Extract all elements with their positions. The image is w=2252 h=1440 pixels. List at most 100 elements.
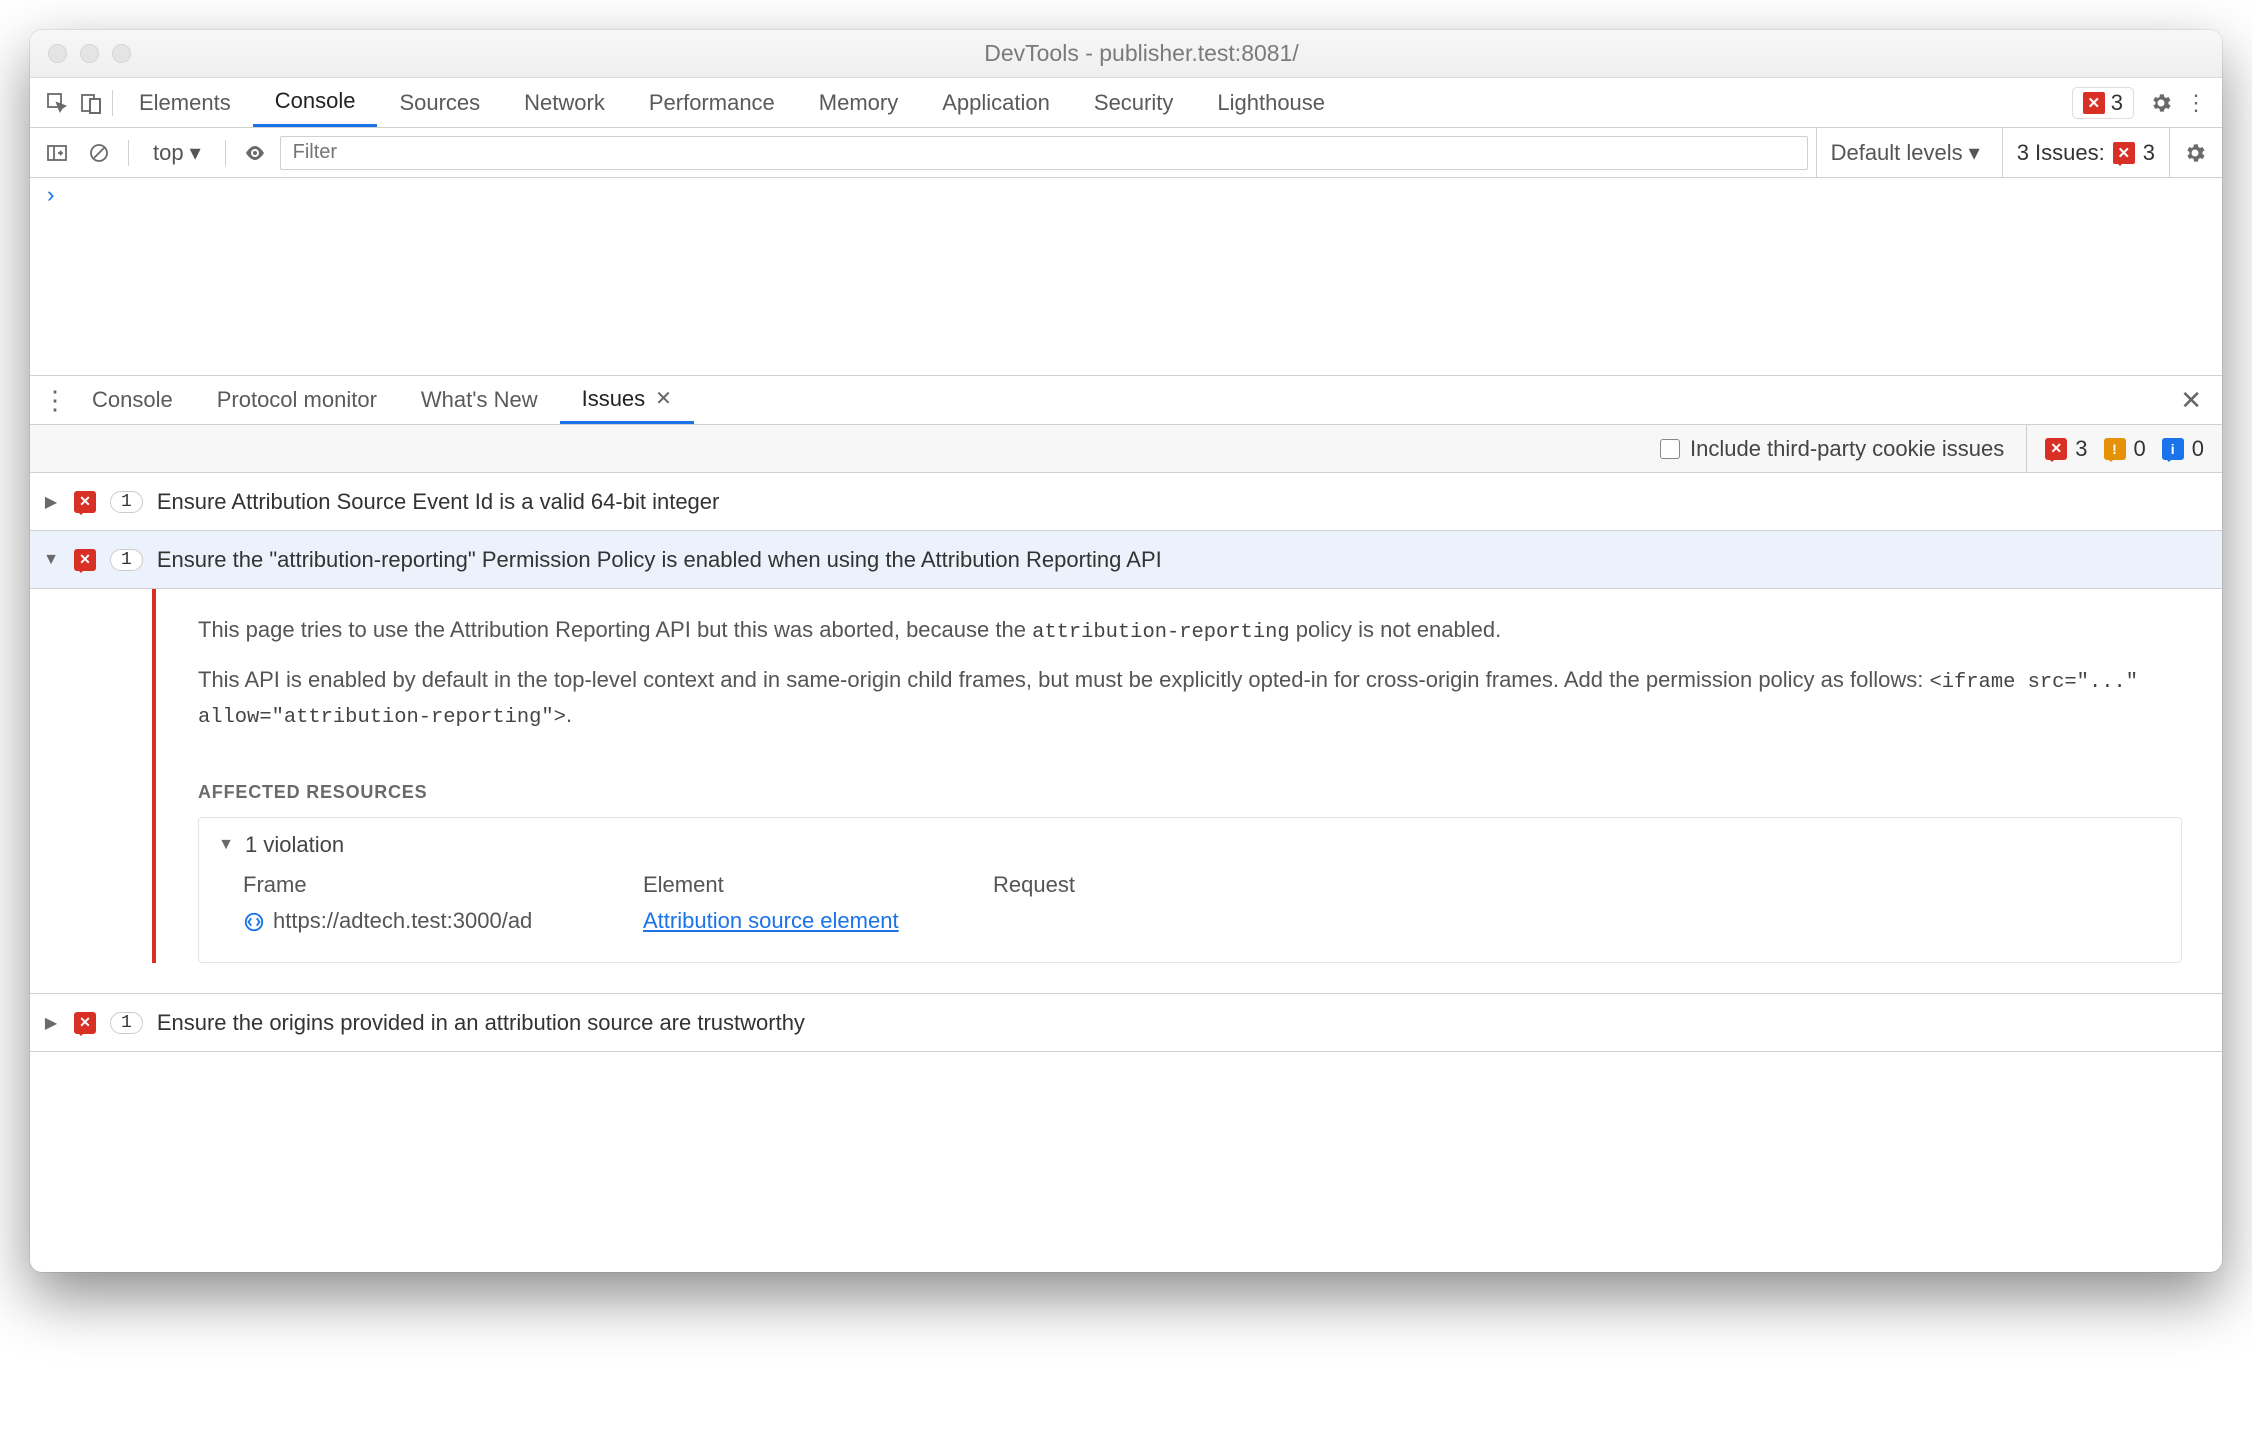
devtools-window: DevTools - publisher.test:8081/ Elements… xyxy=(30,30,2222,1272)
info-icon: i xyxy=(2162,438,2184,460)
console-empty-area xyxy=(30,215,2222,375)
tab-label: Issues xyxy=(582,386,646,412)
issue-row[interactable]: ▶ ✕ 1 Ensure the origins provided in an … xyxy=(30,994,2222,1052)
close-window-button[interactable] xyxy=(48,44,67,63)
column-header-request: Request xyxy=(993,872,1343,898)
info-counter[interactable]: i 0 xyxy=(2162,436,2204,462)
tab-application[interactable]: Application xyxy=(920,78,1072,127)
violations-toggle[interactable]: ▼ 1 violation xyxy=(217,832,2163,858)
affected-resources-box: ▼ 1 violation Frame Element Request http… xyxy=(198,817,2182,963)
minimize-window-button[interactable] xyxy=(80,44,99,63)
issue-description-1: This page tries to use the Attribution R… xyxy=(152,599,2222,649)
tab-sources[interactable]: Sources xyxy=(377,78,502,127)
third-party-cookie-checkbox[interactable]: Include third-party cookie issues xyxy=(1660,436,2004,462)
close-drawer-icon[interactable]: ✕ xyxy=(2170,385,2212,416)
filter-input[interactable] xyxy=(280,136,1808,170)
improvement-icon: ! xyxy=(2104,438,2126,460)
console-sidebar-toggle-icon[interactable] xyxy=(40,136,74,170)
tab-label: Application xyxy=(942,90,1050,116)
issue-title: Ensure the "attribution-reporting" Permi… xyxy=(157,547,1162,573)
breaking-change-icon: ✕ xyxy=(74,491,96,513)
titlebar: DevTools - publisher.test:8081/ xyxy=(30,30,2222,78)
log-levels-selector[interactable]: Default levels ▾ xyxy=(1816,128,1994,177)
issues-filter-bar: Include third-party cookie issues ✕ 3 ! … xyxy=(30,425,2222,473)
expand-triangle-icon: ▶ xyxy=(42,492,60,512)
console-settings-gear-icon[interactable] xyxy=(2178,136,2212,170)
separator xyxy=(128,140,129,166)
issue-kind-counters: ✕ 3 ! 0 i 0 xyxy=(2026,425,2204,472)
affected-resources-heading: AFFECTED RESOURCES xyxy=(152,734,2222,803)
code: attribution-reporting xyxy=(1032,621,1290,644)
text: policy is not enabled. xyxy=(1290,617,1502,642)
breaking-change-icon: ✕ xyxy=(74,1012,96,1034)
tab-label: Lighthouse xyxy=(1217,90,1325,116)
tab-label: Protocol monitor xyxy=(217,387,377,413)
tab-label: Network xyxy=(524,90,605,116)
levels-label: Default levels xyxy=(1831,140,1963,166)
column-header-element: Element xyxy=(643,872,993,898)
violations-table: Frame Element Request https://adtech.tes… xyxy=(217,858,2163,934)
tab-label: Performance xyxy=(649,90,775,116)
count: 0 xyxy=(2192,436,2204,462)
console-prompt[interactable]: › xyxy=(30,178,2222,215)
count: 3 xyxy=(2075,436,2087,462)
issue-row[interactable]: ▶ ✕ 1 Ensure Attribution Source Event Id… xyxy=(30,473,2222,531)
tab-security[interactable]: Security xyxy=(1072,78,1195,127)
drawer-tab-issues[interactable]: Issues ✕ xyxy=(560,376,694,424)
breaking-change-icon: ✕ xyxy=(2045,438,2067,460)
clear-console-icon[interactable] xyxy=(82,136,116,170)
console-toolbar: top ▾ Default levels ▾ 3 Issues: ✕ 3 xyxy=(30,128,2222,178)
breaking-change-icon: ✕ xyxy=(74,549,96,571)
main-tabs: Elements Console Sources Network Perform… xyxy=(30,78,2222,128)
issue-count-pill: 1 xyxy=(110,549,143,571)
tab-lighthouse[interactable]: Lighthouse xyxy=(1195,78,1347,127)
issue-row[interactable]: ▼ ✕ 1 Ensure the "attribution-reporting"… xyxy=(30,531,2222,589)
checkbox-label: Include third-party cookie issues xyxy=(1690,436,2004,462)
text: This API is enabled by default in the to… xyxy=(198,667,1930,692)
live-expression-icon[interactable] xyxy=(238,136,272,170)
breaking-counter[interactable]: ✕ 3 xyxy=(2045,436,2087,462)
traffic-lights xyxy=(48,44,131,63)
issue-title: Ensure the origins provided in an attrib… xyxy=(157,1010,805,1036)
tab-elements[interactable]: Elements xyxy=(117,78,253,127)
context-selector[interactable]: top ▾ xyxy=(141,140,213,166)
more-menu-icon[interactable]: ⋮ xyxy=(2178,86,2212,120)
tab-label: Console xyxy=(275,88,356,114)
settings-gear-icon[interactable] xyxy=(2144,86,2178,120)
tab-console[interactable]: Console xyxy=(253,78,378,127)
context-label: top xyxy=(153,140,184,166)
device-toolbar-icon[interactable] xyxy=(74,86,108,120)
tab-label: Console xyxy=(92,387,173,413)
issues-counter[interactable]: 3 Issues: ✕ 3 xyxy=(2002,128,2170,177)
tab-performance[interactable]: Performance xyxy=(627,78,797,127)
violations-label: 1 violation xyxy=(245,832,344,858)
frame-icon xyxy=(243,911,265,933)
text: . xyxy=(566,702,572,727)
frame-cell[interactable]: https://adtech.test:3000/ad xyxy=(243,908,643,934)
element-link[interactable]: Attribution source element xyxy=(643,908,993,934)
collapse-triangle-icon: ▼ xyxy=(217,836,235,854)
improvement-counter[interactable]: ! 0 xyxy=(2104,436,2146,462)
error-count-pill[interactable]: ✕ 3 xyxy=(2072,87,2134,119)
column-header-frame: Frame xyxy=(243,872,643,898)
close-tab-icon[interactable]: ✕ xyxy=(655,386,672,411)
drawer-more-icon[interactable]: ⋮ xyxy=(40,385,70,416)
issue-description-2: This API is enabled by default in the to… xyxy=(152,649,2222,734)
tab-label: Elements xyxy=(139,90,231,116)
drawer-tab-protocol-monitor[interactable]: Protocol monitor xyxy=(195,376,399,424)
collapse-triangle-icon: ▼ xyxy=(42,551,60,569)
tab-memory[interactable]: Memory xyxy=(797,78,920,127)
inspect-element-icon[interactable] xyxy=(40,86,74,120)
zoom-window-button[interactable] xyxy=(112,44,131,63)
window-title: DevTools - publisher.test:8081/ xyxy=(131,40,2152,67)
text: This page tries to use the Attribution R… xyxy=(198,617,1032,642)
expand-triangle-icon: ▶ xyxy=(42,1013,60,1033)
drawer-tab-whats-new[interactable]: What's New xyxy=(399,376,560,424)
drawer-tab-console[interactable]: Console xyxy=(70,376,195,424)
issues-label: 3 Issues: xyxy=(2017,140,2105,166)
drawer-tabs: ⋮ Console Protocol monitor What's New Is… xyxy=(30,375,2222,425)
tab-label: Memory xyxy=(819,90,898,116)
issues-empty-area xyxy=(30,1052,2222,1272)
tab-label: What's New xyxy=(421,387,538,413)
tab-network[interactable]: Network xyxy=(502,78,627,127)
